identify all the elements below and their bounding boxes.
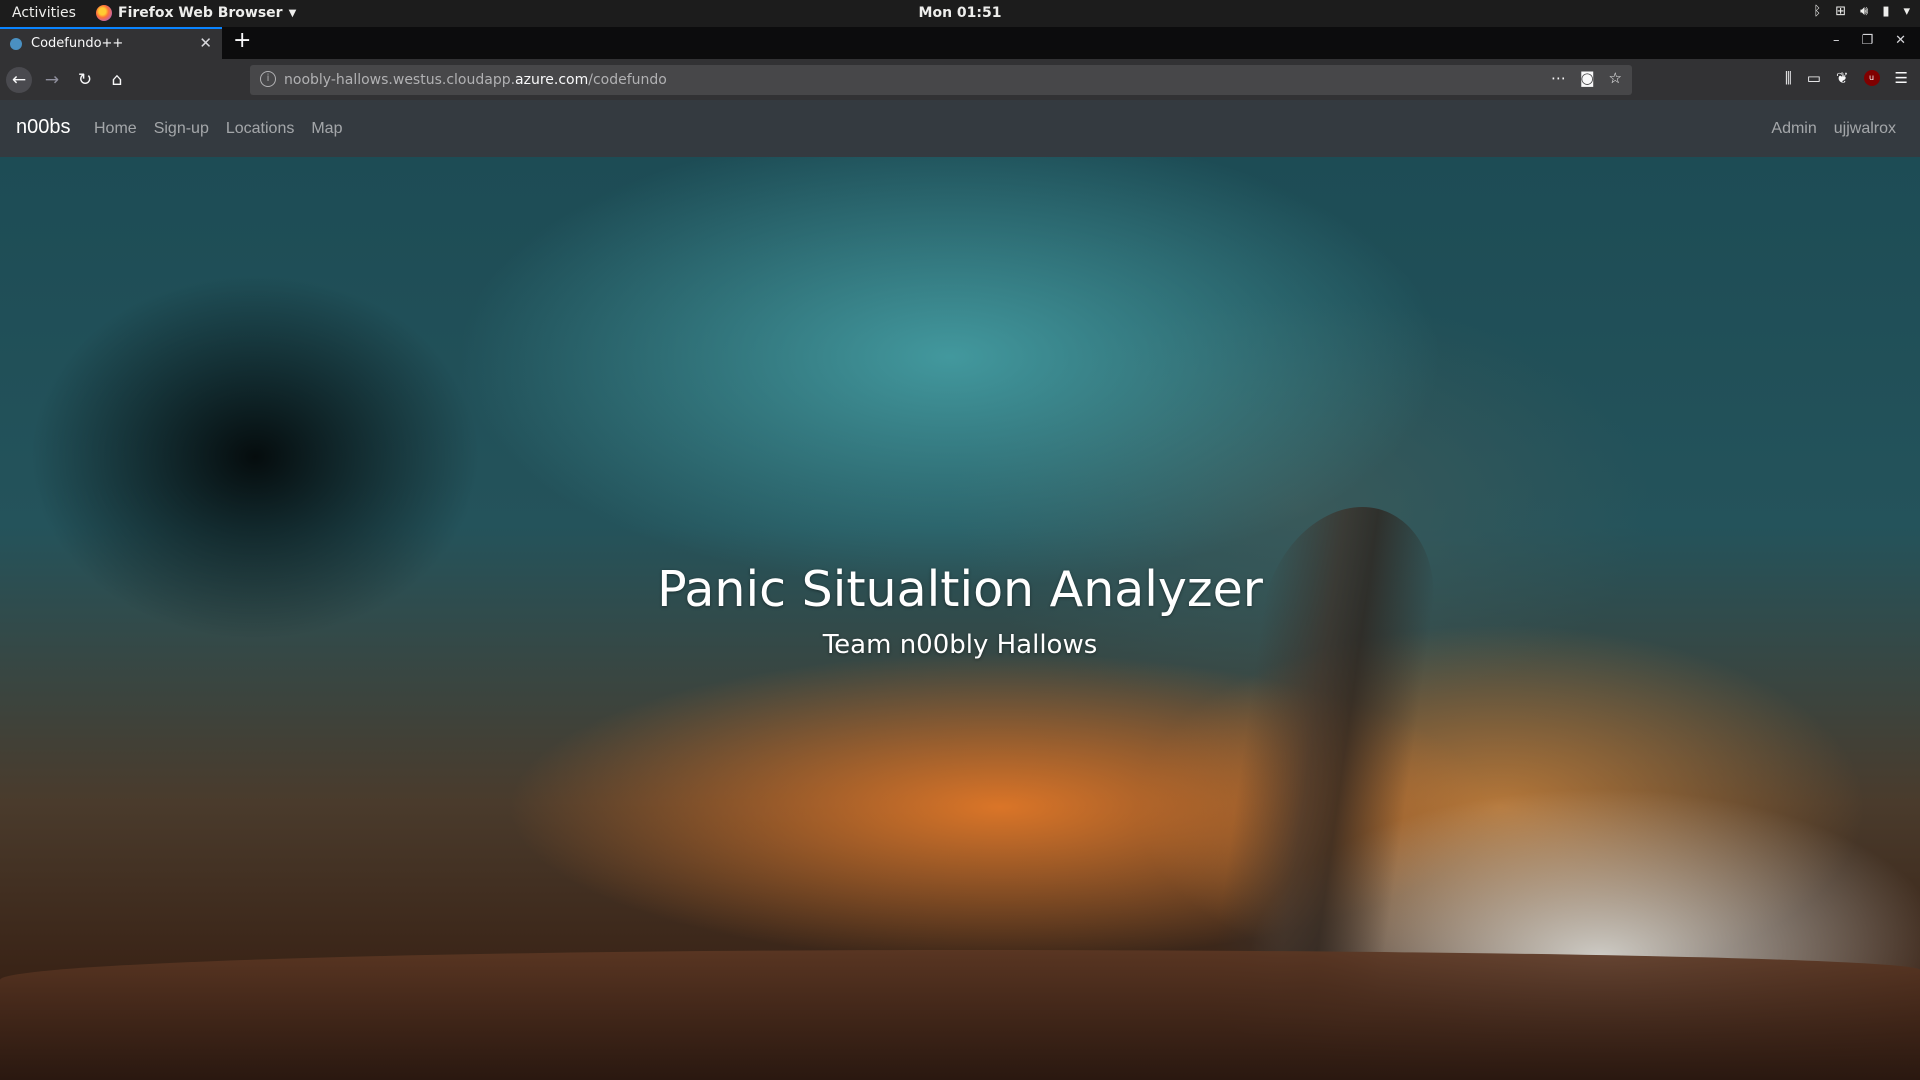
navigation-toolbar: ← → ↻ ⌂ i noobly-hallows.westus.cloudapp…: [0, 59, 1920, 100]
url-prefix: noobly-hallows.westus.cloudapp.: [284, 72, 516, 88]
ublock-icon[interactable]: u: [1863, 70, 1880, 86]
nav-link-locations[interactable]: Locations: [226, 120, 295, 138]
page-viewport: n00bs Home Sign-up Locations Map Admin u…: [0, 100, 1920, 1080]
hero-subtitle: Team n00bly Hallows: [822, 630, 1098, 660]
reload-button[interactable]: ↻: [72, 67, 98, 93]
restore-icon[interactable]: ❐: [1861, 33, 1873, 48]
toolbar-right: ⫼ ▭ ❦ u ☰: [1785, 69, 1908, 87]
system-menu-caret-icon[interactable]: ▾: [1903, 4, 1910, 19]
extension-icon[interactable]: ❦: [1836, 69, 1849, 87]
url-bar[interactable]: i noobly-hallows.westus.cloudapp.azure.c…: [250, 65, 1632, 95]
firefox-icon: [96, 5, 112, 21]
site-favicon-icon: [10, 38, 22, 50]
battery-icon[interactable]: ▮: [1882, 4, 1889, 19]
activities-button[interactable]: Activities: [12, 5, 76, 21]
url-path: /codefundo: [588, 72, 667, 88]
close-tab-icon[interactable]: ✕: [199, 34, 212, 52]
page-actions-icon[interactable]: ⋯: [1551, 69, 1566, 87]
navbar-brand[interactable]: n00bs: [16, 116, 71, 139]
home-button[interactable]: ⌂: [104, 67, 130, 93]
nav-links-right: Admin ujjwalrox: [1771, 120, 1896, 138]
library-icon[interactable]: ⫼: [1785, 69, 1792, 87]
app-menu[interactable]: Firefox Web Browser ▼: [96, 5, 296, 21]
nav-link-user[interactable]: ujjwalrox: [1834, 120, 1896, 138]
nav-link-map[interactable]: Map: [311, 120, 342, 138]
site-navbar: n00bs Home Sign-up Locations Map Admin u…: [0, 100, 1920, 157]
sidebar-icon[interactable]: ▭: [1807, 69, 1821, 87]
nav-link-signup[interactable]: Sign-up: [154, 120, 209, 138]
site-info-icon[interactable]: i: [260, 71, 276, 87]
back-button[interactable]: ←: [6, 67, 32, 93]
new-tab-button[interactable]: +: [233, 28, 251, 53]
system-tray[interactable]: ᛒ ⊞ 🔊︎ ▮ ▾: [1813, 4, 1910, 19]
tab-strip: Codefundo++ ✕ + – ❐ ✕: [0, 27, 1920, 59]
url-text[interactable]: noobly-hallows.westus.cloudapp.azure.com…: [284, 72, 667, 88]
forward-button[interactable]: →: [39, 67, 65, 93]
minimize-icon[interactable]: –: [1833, 33, 1840, 48]
url-actions: ⋯ ◙ ☆: [1551, 69, 1622, 87]
bookmark-star-icon[interactable]: ☆: [1609, 69, 1622, 87]
volume-icon[interactable]: 🔊︎: [1860, 4, 1868, 19]
nav-links: Home Sign-up Locations Map: [94, 120, 342, 138]
network-icon[interactable]: ⊞: [1835, 4, 1846, 19]
app-menu-label: Firefox Web Browser: [118, 5, 283, 21]
tab-title: Codefundo++: [31, 36, 124, 51]
window-controls: – ❐ ✕: [1833, 33, 1906, 48]
bluetooth-icon[interactable]: ᛒ: [1813, 4, 1821, 19]
caret-down-icon: ▼: [288, 7, 297, 19]
system-top-bar: Activities Firefox Web Browser ▼ Mon 01:…: [0, 0, 1920, 27]
hero-banner: Panic Situaltion Analyzer Team n00bly Ha…: [0, 157, 1920, 1080]
url-host: azure.com: [515, 72, 589, 88]
nav-link-admin[interactable]: Admin: [1771, 120, 1816, 138]
nav-link-home[interactable]: Home: [94, 120, 137, 138]
ground-graphic: [0, 950, 1920, 1080]
tab-codefundo[interactable]: Codefundo++ ✕: [0, 27, 222, 59]
hero-title: Panic Situaltion Analyzer: [657, 561, 1263, 618]
pocket-icon[interactable]: ◙: [1580, 69, 1595, 87]
hamburger-menu-icon[interactable]: ☰: [1895, 69, 1908, 87]
close-window-icon[interactable]: ✕: [1895, 33, 1906, 48]
